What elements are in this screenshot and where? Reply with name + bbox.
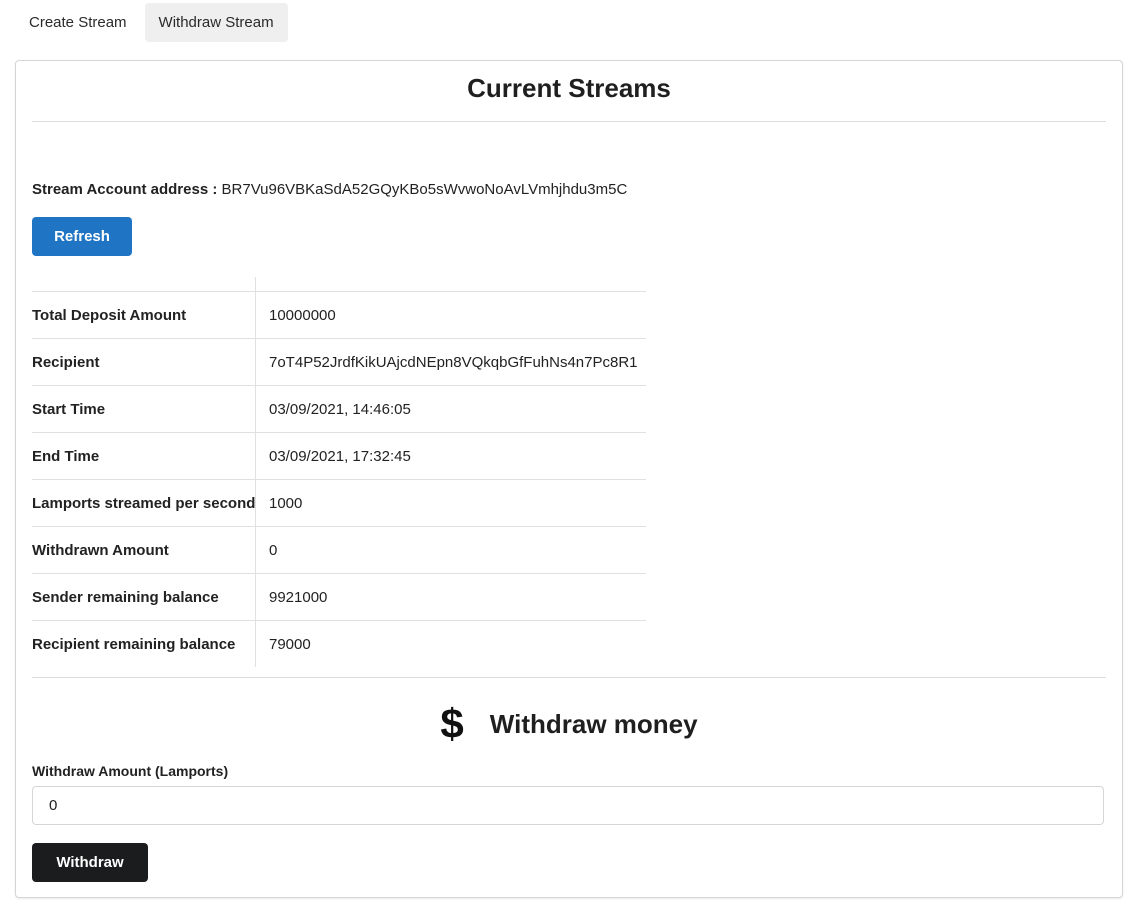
table-row: Recipient remaining balance 79000 xyxy=(32,620,646,667)
row-key: Lamports streamed per second xyxy=(32,494,256,512)
table-row: Withdrawn Amount 0 xyxy=(32,526,646,573)
section-divider xyxy=(32,677,1106,678)
table-row: Recipient 7oT4P52JrdfKikUAjcdNEpn8VQkqbG… xyxy=(32,338,646,385)
table-row: Lamports streamed per second 1000 xyxy=(32,479,646,526)
row-value: 7oT4P52JrdfKikUAjcdNEpn8VQkqbGfFuhNs4n7P… xyxy=(269,353,638,371)
streams-card: Current Streams Stream Account address :… xyxy=(15,60,1123,898)
tab-bar: Create Stream Withdraw Stream xyxy=(15,3,288,42)
withdraw-button[interactable]: Withdraw xyxy=(32,843,148,882)
row-value: 03/09/2021, 14:46:05 xyxy=(269,400,411,418)
row-key: Start Time xyxy=(32,400,106,418)
row-value: 79000 xyxy=(269,635,311,653)
table-row: Sender remaining balance 9921000 xyxy=(32,573,646,620)
tab-create-stream[interactable]: Create Stream xyxy=(15,3,141,42)
withdraw-title: Withdraw money xyxy=(489,708,698,739)
row-key: Recipient remaining balance xyxy=(32,635,236,653)
page-title: Current Streams xyxy=(467,73,671,103)
withdraw-amount-label: Withdraw Amount (Lamports) xyxy=(32,763,229,779)
table-row: End Time 03/09/2021, 17:32:45 xyxy=(32,432,646,479)
row-key: Sender remaining balance xyxy=(32,588,219,606)
address-value: BR7Vu96VBKaSdA52GQyKBo5sWvwoNoAvLVmhjhdu… xyxy=(221,181,628,198)
table-row: Start Time 03/09/2021, 14:46:05 xyxy=(32,385,646,432)
row-key: Recipient xyxy=(32,353,100,371)
row-value: 9921000 xyxy=(269,588,328,606)
table-header-row xyxy=(32,277,646,291)
address-label: Stream Account address : xyxy=(32,181,218,198)
row-key: Withdrawn Amount xyxy=(32,541,169,559)
row-key: End Time xyxy=(32,447,100,465)
row-value: 03/09/2021, 17:32:45 xyxy=(269,447,411,465)
title-divider xyxy=(32,121,1106,122)
dollar-icon: $ xyxy=(440,700,464,747)
table-column-divider xyxy=(255,277,256,667)
withdraw-amount-input[interactable] xyxy=(32,786,1104,825)
row-key: Total Deposit Amount xyxy=(32,306,187,324)
row-value: 1000 xyxy=(269,494,303,512)
refresh-button[interactable]: Refresh xyxy=(32,217,132,256)
table-row: Total Deposit Amount 10000000 xyxy=(32,291,646,338)
tab-withdraw-stream[interactable]: Withdraw Stream xyxy=(144,3,288,42)
withdraw-heading: $ Withdraw money xyxy=(16,701,1122,747)
row-value: 10000000 xyxy=(269,306,336,324)
row-value: 0 xyxy=(269,541,278,559)
stream-account-address: Stream Account address : BR7Vu96VBKaSdA5… xyxy=(32,181,627,198)
stream-info-table: Total Deposit Amount 10000000 Recipient … xyxy=(32,277,646,667)
